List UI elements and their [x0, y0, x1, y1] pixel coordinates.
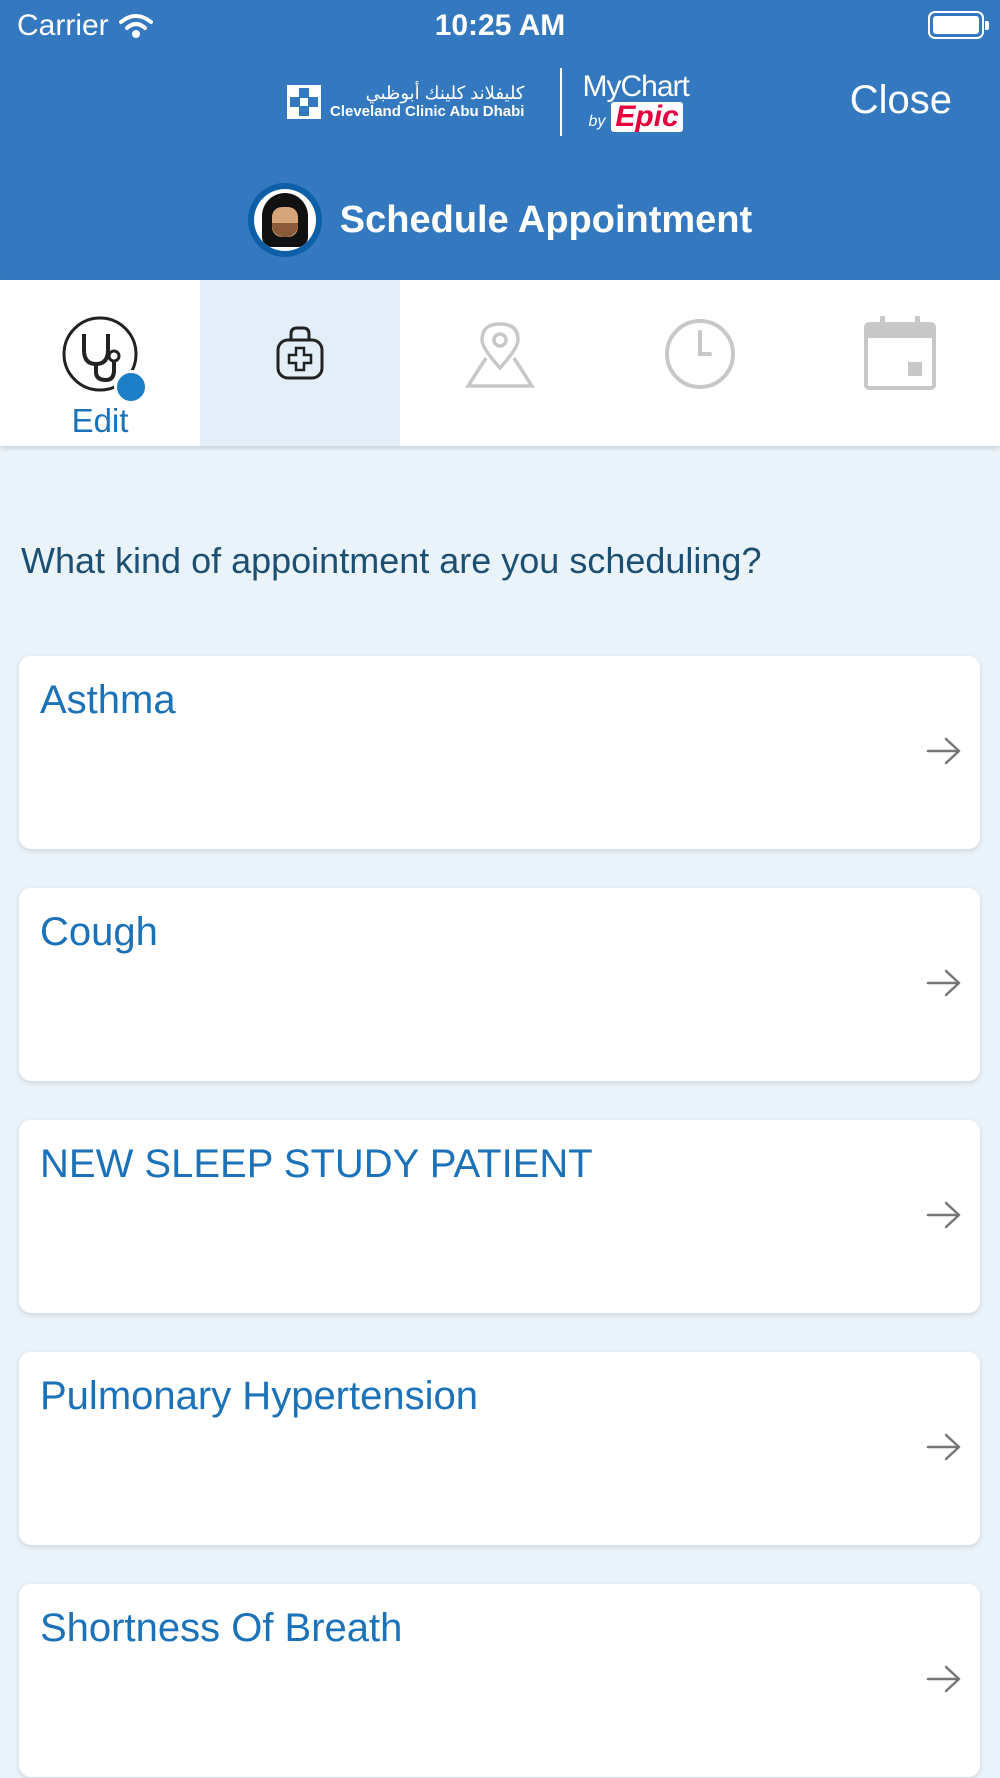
option-asthma[interactable]: Asthma	[19, 656, 980, 849]
arrow-right-icon	[926, 737, 961, 765]
arrow-right-icon	[926, 1665, 961, 1693]
mychart-logo: MyChart by Epic	[582, 70, 690, 132]
option-label: Asthma	[40, 678, 176, 722]
step-edit-label[interactable]: Edit	[0, 402, 200, 440]
medical-bag-icon	[276, 326, 324, 380]
step-reason[interactable]: Edit	[0, 280, 200, 446]
mychart-by-text: by	[588, 113, 606, 130]
close-button[interactable]: Close	[850, 78, 952, 123]
option-label: Cough	[40, 910, 158, 954]
app-header: Carrier 10:25 AM كليفلاند كلينك أبوظبي C…	[0, 0, 1000, 280]
option-label: NEW SLEEP STUDY PATIENT	[40, 1142, 593, 1186]
option-pulmonary-hypertension[interactable]: Pulmonary Hypertension	[19, 1352, 980, 1545]
calendar-icon	[864, 316, 936, 390]
mychart-by-line: by Epic	[588, 102, 688, 132]
battery-icon	[928, 11, 989, 39]
map-pin-icon	[464, 322, 536, 388]
avatar[interactable]	[247, 183, 322, 257]
completed-check-icon	[114, 370, 199, 424]
step-progress-bar: Edit	[0, 280, 1000, 446]
mychart-name: MyChart	[582, 70, 689, 103]
page-title: Schedule Appointment	[339, 198, 753, 241]
step-time	[600, 280, 800, 446]
option-shortness-of-breath[interactable]: Shortness Of Breath	[19, 1584, 980, 1777]
option-cough[interactable]: Cough	[19, 888, 980, 1081]
status-time: 10:25 AM	[434, 9, 566, 42]
logo-arabic-text: كليفلاند كلينك أبوظبي	[365, 82, 525, 103]
cleveland-clinic-mark-icon	[287, 84, 321, 119]
cleveland-clinic-logo: كليفلاند كلينك أبوظبي Cleveland Clinic A…	[286, 82, 525, 120]
brand-logos: كليفلاند كلينك أبوظبي Cleveland Clinic A…	[286, 64, 690, 140]
option-new-sleep-study-patient[interactable]: NEW SLEEP STUDY PATIENT	[19, 1120, 980, 1313]
clock-icon	[665, 319, 735, 389]
epic-logo: Epic	[611, 102, 683, 132]
arrow-right-icon	[926, 1433, 961, 1461]
step-appointment-type[interactable]	[200, 280, 400, 446]
avatar-image	[253, 189, 316, 251]
option-label: Pulmonary Hypertension	[40, 1374, 478, 1418]
appointment-question: What kind of appointment are you schedul…	[21, 540, 762, 581]
arrow-right-icon	[926, 1201, 961, 1229]
title-row: Schedule Appointment	[0, 180, 1000, 260]
brand-divider	[560, 68, 563, 136]
step-date	[800, 280, 1000, 446]
option-label: Shortness Of Breath	[40, 1606, 403, 1650]
status-bar: Carrier 10:25 AM	[0, 0, 1000, 50]
arrow-right-icon	[926, 969, 961, 997]
logo-english-text: Cleveland Clinic Abu Dhabi	[330, 102, 525, 120]
step-location	[400, 280, 600, 446]
